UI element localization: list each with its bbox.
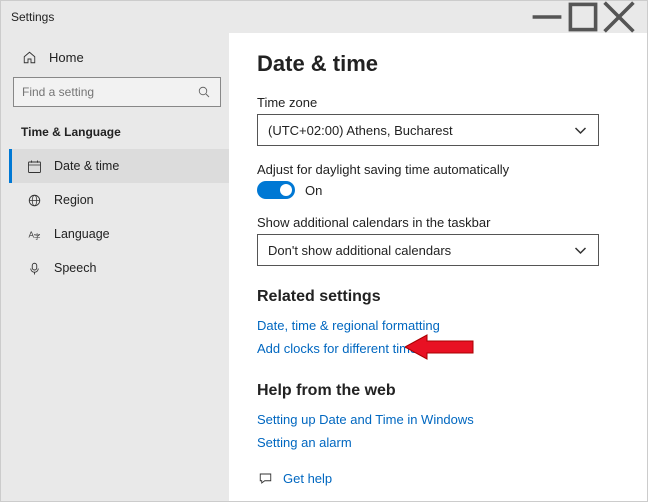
timezone-value: (UTC+02:00) Athens, Bucharest xyxy=(268,123,453,138)
link-help-alarm[interactable]: Setting an alarm xyxy=(257,431,619,454)
window-title: Settings xyxy=(11,10,54,24)
calendars-label: Show additional calendars in the taskbar xyxy=(257,215,619,230)
dst-toggle[interactable] xyxy=(257,181,295,199)
microphone-icon xyxy=(26,260,42,276)
link-help-datetime[interactable]: Setting up Date and Time in Windows xyxy=(257,408,619,431)
chevron-down-icon xyxy=(572,122,588,138)
search-field[interactable] xyxy=(22,85,196,99)
nav-label: Speech xyxy=(54,261,96,275)
get-help-row[interactable]: Get help xyxy=(257,464,619,493)
home-label: Home xyxy=(49,50,84,65)
dst-label: Adjust for daylight saving time automati… xyxy=(257,162,619,177)
search-input[interactable] xyxy=(13,77,221,107)
dst-status: On xyxy=(305,183,322,198)
nav-heading: Time & Language xyxy=(9,119,229,149)
nav-label: Region xyxy=(54,193,94,207)
timezone-dropdown[interactable]: (UTC+02:00) Athens, Bucharest xyxy=(257,114,599,146)
calendars-dropdown[interactable]: Don't show additional calendars xyxy=(257,234,599,266)
chevron-down-icon xyxy=(572,242,588,258)
page-title: Date & time xyxy=(257,51,619,77)
home-icon xyxy=(21,49,37,65)
feedback-label: Give feedback xyxy=(283,496,366,501)
titlebar: Settings xyxy=(1,1,647,33)
chat-icon xyxy=(257,471,273,487)
close-button[interactable] xyxy=(601,1,637,33)
nav-label: Language xyxy=(54,227,110,241)
window-controls xyxy=(529,1,637,33)
nav-label: Date & time xyxy=(54,159,119,173)
language-icon: A字 xyxy=(26,226,42,242)
sidebar-item-speech[interactable]: Speech xyxy=(9,251,229,285)
content-pane: Date & time Time zone (UTC+02:00) Athens… xyxy=(229,33,647,501)
sidebar-item-region[interactable]: Region xyxy=(9,183,229,217)
sidebar-item-language[interactable]: A字 Language xyxy=(9,217,229,251)
sidebar-item-date-time[interactable]: Date & time xyxy=(9,149,229,183)
timezone-label: Time zone xyxy=(257,95,619,110)
home-nav[interactable]: Home xyxy=(9,41,229,73)
help-title: Help from the web xyxy=(257,382,619,400)
related-settings-title: Related settings xyxy=(257,288,619,306)
globe-icon xyxy=(26,192,42,208)
feedback-row[interactable]: Give feedback xyxy=(257,493,619,501)
calendars-value: Don't show additional calendars xyxy=(268,243,451,258)
calendar-icon xyxy=(26,158,42,174)
maximize-button[interactable] xyxy=(565,1,601,33)
search-icon xyxy=(196,84,212,100)
feedback-icon xyxy=(257,500,273,502)
minimize-button[interactable] xyxy=(529,1,565,33)
sidebar: Home Time & Language Date & time Region … xyxy=(1,33,229,501)
annotation-arrow xyxy=(405,332,475,362)
get-help-label: Get help xyxy=(283,467,332,490)
svg-text:字: 字 xyxy=(33,232,40,241)
